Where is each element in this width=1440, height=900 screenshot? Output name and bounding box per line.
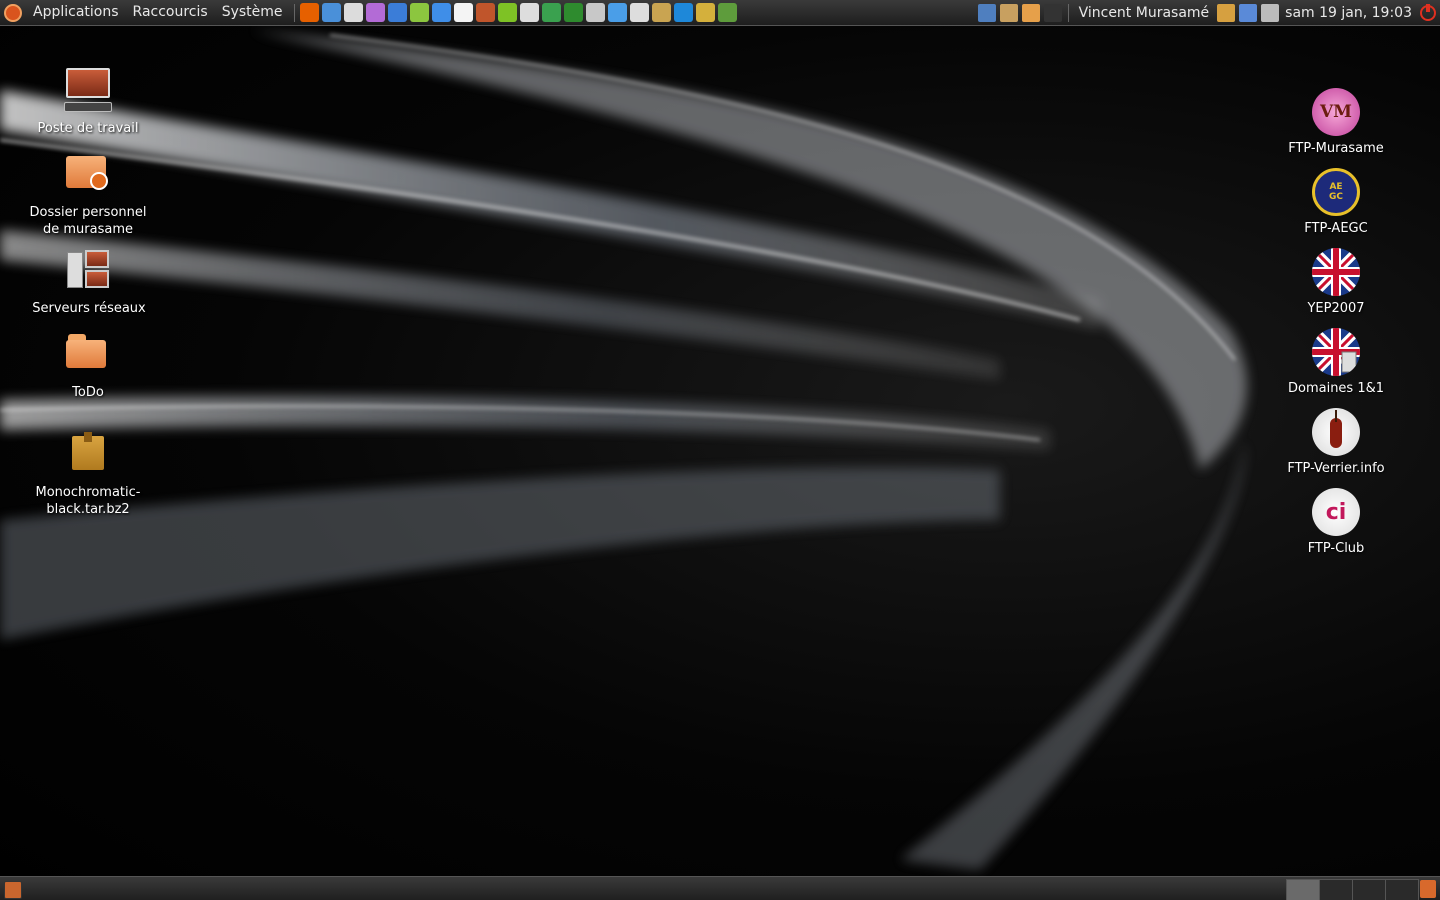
workspace-1[interactable]: [1286, 879, 1320, 900]
gimp-icon[interactable]: [586, 3, 606, 22]
icon-label: YEP2007: [1307, 301, 1365, 316]
icon-label: FTP-Club: [1307, 541, 1365, 556]
screenshot-icon[interactable]: [977, 3, 996, 22]
power-icon[interactable]: [1420, 3, 1436, 21]
icon-label: Dossier personnel de murasame: [29, 205, 147, 237]
firefox-icon[interactable]: [300, 3, 320, 22]
uk-flag-cabinet-icon: [1312, 328, 1360, 376]
workspace-2[interactable]: [1319, 879, 1353, 900]
mail-icon[interactable]: [344, 3, 364, 22]
launcher-bar: [299, 3, 739, 22]
icon-label: FTP-AEGC: [1304, 221, 1368, 236]
network-icon[interactable]: [630, 3, 650, 22]
desktop-icon-ftp-verrier[interactable]: FTP-Verrier.info: [1271, 408, 1401, 477]
desktop-icon-network-servers[interactable]: Serveurs réseaux: [24, 248, 154, 317]
applications-menu[interactable]: Applications: [26, 0, 126, 25]
places-menu[interactable]: Raccourcis: [126, 0, 215, 25]
ci-badge: ci: [1325, 499, 1347, 525]
signal-icon[interactable]: [1239, 3, 1258, 22]
archive-icon[interactable]: [476, 3, 496, 22]
terminal-icon[interactable]: [1043, 3, 1062, 22]
desktop-icon-ftp-murasame[interactable]: VM FTP-Murasame: [1271, 88, 1401, 157]
desktop-icon-todo[interactable]: ToDo: [23, 332, 153, 401]
ubuntu-logo-icon[interactable]: [4, 3, 22, 22]
phone-icon[interactable]: [696, 3, 716, 22]
icon-label: FTP-Verrier.info: [1287, 461, 1385, 476]
tray-launchers: [976, 3, 1064, 22]
cube-icon[interactable]: [542, 3, 562, 22]
desktop-icon-domaines[interactable]: Domaines 1&1: [1271, 328, 1401, 397]
icon-label: Domaines 1&1: [1287, 381, 1385, 396]
glasses-icon[interactable]: [520, 3, 540, 22]
harp-icon[interactable]: [652, 3, 672, 22]
workspace-4[interactable]: [1385, 879, 1419, 900]
notes-icon[interactable]: [454, 3, 474, 22]
vm-icon: VM: [1312, 88, 1360, 136]
uk-flag-icon: [1312, 248, 1360, 296]
show-desktop-icon[interactable]: [4, 881, 22, 899]
update-icon[interactable]: [1217, 3, 1236, 22]
icon-label: Serveurs réseaux: [32, 301, 146, 316]
status-area: [1215, 3, 1281, 22]
drop-icon[interactable]: [388, 3, 408, 22]
desktop-icon-ftp-aegc[interactable]: AE GC FTP-AEGC: [1271, 168, 1401, 237]
desktop-icon-computer[interactable]: Poste de travail: [23, 68, 153, 137]
writer-icon[interactable]: [674, 3, 694, 22]
media-player-icon[interactable]: [498, 3, 518, 22]
game-icon[interactable]: [718, 3, 738, 22]
desktop-icon-ftp-club[interactable]: ci FTP-Club: [1271, 488, 1401, 557]
icon-label: Poste de travail: [37, 121, 139, 136]
computer-icon: [64, 68, 112, 116]
system-menu[interactable]: Système: [215, 0, 290, 25]
clock-app-icon[interactable]: [410, 3, 430, 22]
desktop-wallpaper: [0, 0, 1440, 900]
water-drop-icon[interactable]: [608, 3, 628, 22]
icon-label: Monochromatic-black.tar.bz2: [35, 485, 141, 517]
panel-separator: [1067, 3, 1069, 22]
archive-icon: [64, 432, 112, 480]
pidgin-icon[interactable]: [366, 3, 386, 22]
folder-icon: [64, 332, 112, 380]
vm-badge: VM: [1319, 102, 1352, 122]
bottom-panel: [0, 876, 1440, 900]
panel-separator: [293, 3, 295, 22]
icon-label: ToDo: [72, 385, 104, 400]
network-servers-icon: [65, 248, 113, 296]
plant-icon[interactable]: [564, 3, 584, 22]
ci-icon: ci: [1312, 488, 1360, 536]
trash-icon[interactable]: [1420, 880, 1436, 898]
aegc-icon: AE GC: [1312, 168, 1360, 216]
aegc-badge: AE GC: [1329, 182, 1343, 202]
disc-icon[interactable]: [432, 3, 452, 22]
epiphany-icon[interactable]: [322, 3, 342, 22]
volume-icon[interactable]: [1261, 3, 1280, 22]
violin-icon: [1312, 408, 1360, 456]
home-folder-icon: [64, 152, 112, 200]
user-switcher[interactable]: Vincent Murasamé: [1073, 5, 1216, 21]
settings-icon[interactable]: [999, 3, 1018, 22]
desktop-icon-yep2007[interactable]: YEP2007: [1271, 248, 1401, 317]
icon-label: FTP-Murasame: [1288, 141, 1384, 156]
top-panel: Applications Raccourcis Système Vincent …: [0, 0, 1440, 26]
desktop-icon-home-folder[interactable]: Dossier personnel de murasame: [23, 152, 153, 238]
clock[interactable]: sam 19 jan, 19:03: [1281, 5, 1416, 21]
folder-icon[interactable]: [1021, 3, 1040, 22]
desktop-icon-archive[interactable]: Monochromatic-black.tar.bz2: [23, 432, 153, 518]
system-tray: Vincent Murasamé sam 19 jan, 19:03: [976, 0, 1440, 25]
workspace-3[interactable]: [1352, 879, 1386, 900]
